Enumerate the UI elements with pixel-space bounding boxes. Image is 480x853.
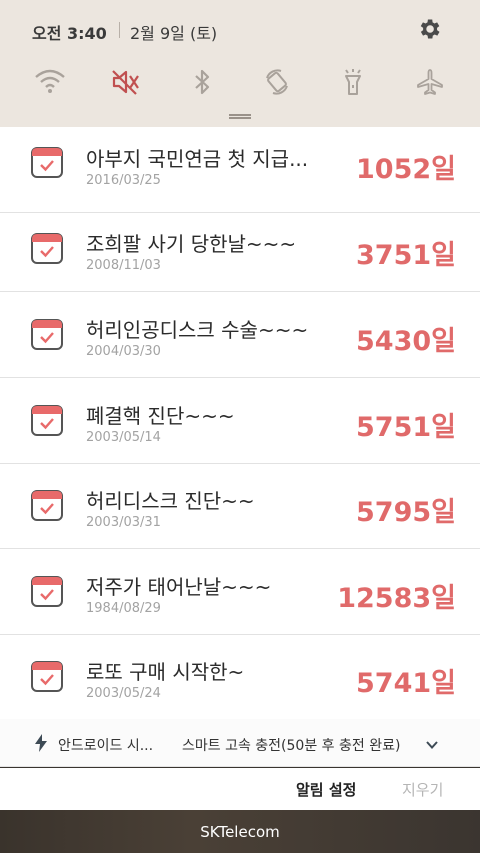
charging-notification[interactable]: 안드로이드 시... 스마트 고속 충전(50분 후 충전 완료): [0, 719, 480, 767]
notification-settings-button[interactable]: 알림 설정: [296, 779, 356, 800]
notification-row[interactable]: 저주가 태어난날~~~ 1984/08/29 12583일: [0, 549, 480, 635]
calendar-check-icon: [30, 145, 64, 179]
calendar-check-icon: [30, 488, 64, 522]
notification-date: 2003/05/24: [86, 686, 161, 701]
notification-date: 2004/03/30: [86, 344, 161, 359]
status-divider: [119, 22, 120, 38]
notification-row[interactable]: 허리인공디스크 수술~~~ 2004/03/30 5430일: [0, 292, 480, 378]
quick-toggles: [0, 60, 480, 104]
notification-date: 2003/05/14: [86, 430, 161, 445]
charging-app-name: 안드로이드 시...: [58, 738, 154, 754]
calendar-check-icon: [30, 403, 64, 437]
day-count: 5795일: [356, 497, 456, 528]
day-count: 5741일: [356, 668, 456, 699]
notification-title: 저주가 태어난날~~~: [86, 575, 272, 599]
drag-handle[interactable]: [229, 114, 251, 119]
notification-list: 아부지 국민연금 첫 지급... 2016/03/25 1052일 조희팔 사기…: [0, 127, 480, 719]
day-count: 3751일: [356, 240, 456, 271]
auto-rotate-icon[interactable]: [259, 64, 295, 100]
notification-title: 허리디스크 진단~~: [86, 489, 255, 513]
date: 2월 9일 (토): [130, 24, 218, 43]
notification-row[interactable]: 조희팔 사기 당한날~~~ 2008/11/03 3751일: [0, 206, 480, 292]
flashlight-icon[interactable]: [335, 64, 371, 100]
clock: 오전 3:40: [32, 24, 107, 43]
carrier-bar: SKTelecom: [0, 810, 480, 853]
notification-row[interactable]: 폐결핵 진단~~~ 2003/05/14 5751일: [0, 378, 480, 464]
notification-title: 아부지 국민연금 첫 지급...: [86, 147, 309, 171]
notification-date: 2003/03/31: [86, 515, 161, 530]
notification-title: 로또 구매 시작한~: [86, 660, 245, 684]
notification-actions: 알림 설정 지우기: [0, 768, 480, 810]
notification-date: 1984/08/29: [86, 601, 161, 616]
bluetooth-icon[interactable]: [184, 64, 220, 100]
notification-row[interactable]: 아부지 국민연금 첫 지급... 2016/03/25 1052일: [0, 127, 480, 213]
notification-date: 2008/11/03: [86, 258, 161, 273]
day-count: 1052일: [356, 154, 456, 185]
mute-icon[interactable]: [108, 64, 144, 100]
day-count: 5751일: [356, 412, 456, 443]
chevron-down-icon[interactable]: [425, 737, 439, 751]
notification-date: 2016/03/25: [86, 173, 161, 188]
charging-status: 스마트 고속 충전(50분 후 충전 완료): [182, 738, 401, 754]
calendar-check-icon: [30, 317, 64, 351]
calendar-check-icon: [30, 231, 64, 265]
quick-settings-panel: 오전 3:40 2월 9일 (토): [0, 0, 480, 127]
calendar-check-icon: [30, 574, 64, 608]
clear-button[interactable]: 지우기: [402, 779, 443, 800]
day-count: 12583일: [337, 583, 456, 614]
wifi-icon[interactable]: [32, 64, 68, 100]
notification-row[interactable]: 허리디스크 진단~~ 2003/03/31 5795일: [0, 463, 480, 549]
airplane-mode-icon[interactable]: [412, 64, 448, 100]
notification-row[interactable]: 로또 구매 시작한~ 2003/05/24 5741일: [0, 634, 480, 720]
notification-title: 조희팔 사기 당한날~~~: [86, 232, 297, 256]
lightning-bolt-icon: [34, 734, 48, 752]
calendar-check-icon: [30, 659, 64, 693]
gear-icon[interactable]: [416, 16, 442, 42]
notification-title: 폐결핵 진단~~~: [86, 404, 235, 428]
carrier-label: SKTelecom: [200, 823, 280, 841]
status-row: 오전 3:40 2월 9일 (토): [0, 0, 480, 60]
day-count: 5430일: [356, 326, 456, 357]
notification-title: 허리인공디스크 수술~~~: [86, 318, 309, 342]
